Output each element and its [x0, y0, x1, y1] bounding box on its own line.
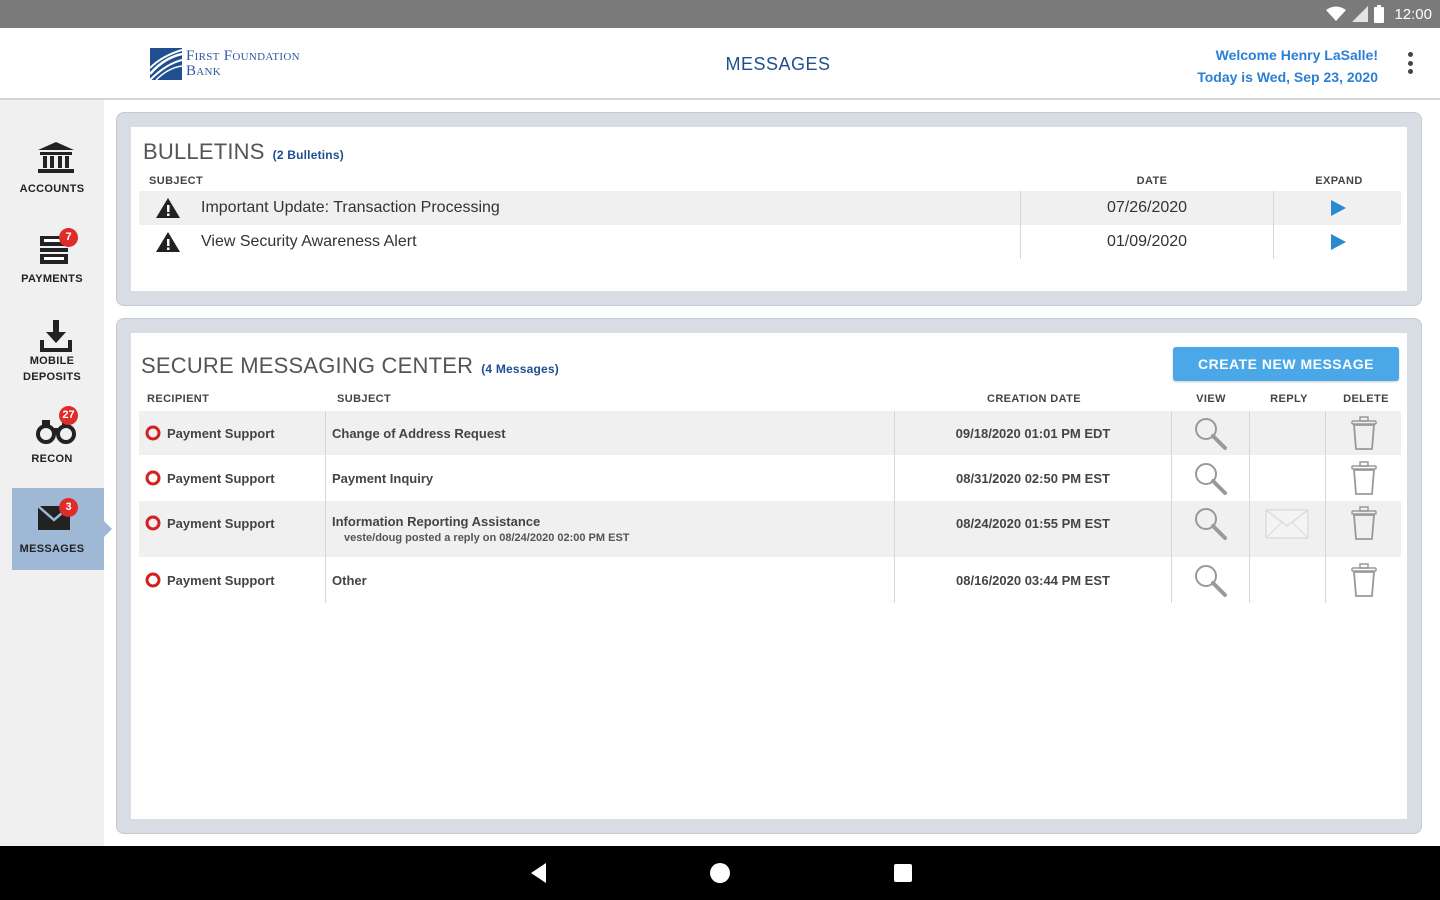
- sidebar-item-label: PAYMENTS: [21, 273, 83, 285]
- sidebar-item-messages[interactable]: 3 MESSAGES: [12, 488, 112, 570]
- sidebar-item-label: MESSAGES: [19, 543, 85, 555]
- status-icons: 12:00: [1326, 4, 1432, 24]
- today-date: Today is Wed, Sep 23, 2020: [1197, 69, 1378, 85]
- sidebar-item-label: ACCOUNTS: [19, 183, 85, 195]
- bank-icon: [38, 142, 74, 173]
- col-reply: REPLY: [1270, 393, 1308, 405]
- sidebar-item-recon[interactable]: 27 RECON: [12, 406, 104, 488]
- status-time: 12:00: [1394, 5, 1432, 23]
- col-date: DATE: [1136, 175, 1168, 187]
- magnifier-icon[interactable]: [1192, 460, 1228, 496]
- signal-icon: [1352, 6, 1369, 22]
- create-new-message-button[interactable]: CREATE NEW MESSAGE: [1173, 347, 1399, 381]
- sidebar-item-mobile-deposits[interactable]: MOBILE DEPOSITS: [12, 314, 104, 396]
- message-date: 09/18/2020 01:01 PM EDT: [955, 425, 1111, 441]
- payments-badge: 7: [59, 228, 78, 247]
- col-delete: DELETE: [1343, 393, 1389, 405]
- message-row[interactable]: Payment Support Payment Inquiry 08/31/20…: [139, 455, 1401, 501]
- message-recipient: Payment Support: [167, 572, 275, 588]
- message-recipient: Payment Support: [167, 470, 275, 486]
- welcome-block: Welcome Henry LaSalle! Today is Wed, Sep…: [1197, 44, 1378, 88]
- battery-icon: [1374, 5, 1385, 23]
- message-row[interactable]: Payment Support Change of Address Reques…: [139, 411, 1401, 455]
- trash-icon[interactable]: [1346, 460, 1382, 496]
- envelope-icon[interactable]: [1264, 506, 1310, 540]
- recents-icon[interactable]: [890, 860, 916, 886]
- android-nav-bar: [0, 846, 1440, 900]
- circle-icon: [145, 470, 161, 486]
- bulletins-content: BULLETINS (2 Bulletins) SUBJECT DATE EXPA…: [131, 127, 1407, 291]
- message-date: 08/31/2020 02:50 PM EST: [956, 470, 1110, 486]
- circle-icon: [145, 572, 161, 588]
- message-subject[interactable]: Information Reporting Assistance: [332, 514, 540, 529]
- warning-icon: [156, 232, 180, 252]
- message-reply-note: veste/doug posted a reply on 08/24/2020 …: [344, 532, 630, 544]
- play-icon[interactable]: [1329, 233, 1347, 251]
- col-expand: EXPAND: [1315, 175, 1363, 187]
- bulletins-title: BULLETINS (2 Bulletins): [143, 139, 344, 165]
- magnifier-icon[interactable]: [1192, 415, 1228, 451]
- download-icon: [40, 320, 72, 352]
- trash-icon[interactable]: [1346, 415, 1382, 451]
- col-creation-date: CREATION DATE: [986, 393, 1081, 405]
- back-icon[interactable]: [526, 860, 552, 886]
- messaging-content: SECURE MESSAGING CENTER (4 Messages) CREA…: [131, 333, 1407, 819]
- messaging-title-text: SECURE MESSAGING CENTER: [141, 353, 474, 378]
- welcome-text: Welcome Henry LaSalle!: [1215, 47, 1378, 63]
- sidebar-item-accounts[interactable]: ACCOUNTS: [12, 136, 104, 218]
- bulletin-subject[interactable]: View Security Awareness Alert: [201, 225, 417, 259]
- bulletin-row[interactable]: View Security Awareness Alert 01/09/2020: [139, 225, 1401, 259]
- messaging-title: SECURE MESSAGING CENTER (4 Messages): [141, 353, 559, 379]
- bulletin-subject[interactable]: Important Update: Transaction Processing: [201, 191, 500, 225]
- magnifier-icon[interactable]: [1192, 562, 1228, 598]
- message-date: 08/24/2020 01:55 PM EST: [956, 515, 1110, 531]
- recon-badge: 27: [59, 406, 78, 425]
- overflow-menu-icon[interactable]: [1406, 52, 1414, 74]
- wifi-icon: [1326, 6, 1347, 21]
- circle-icon: [145, 425, 161, 441]
- trash-icon[interactable]: [1346, 505, 1382, 541]
- message-recipient: Payment Support: [167, 425, 275, 441]
- magnifier-icon[interactable]: [1192, 505, 1228, 541]
- sidebar: ACCOUNTS 7 PAYMENTS MOBILE DEPOSITS 27 R…: [0, 100, 112, 846]
- bulletin-row[interactable]: Important Update: Transaction Processing…: [139, 191, 1401, 225]
- status-bar: 12:00: [0, 0, 1440, 28]
- message-date: 08/16/2020 03:44 PM EST: [956, 572, 1110, 588]
- bulletins-count: (2 Bulletins): [272, 148, 344, 162]
- circle-icon: [145, 515, 161, 531]
- messages-count: (4 Messages): [481, 362, 559, 376]
- message-recipient: Payment Support: [167, 515, 275, 531]
- home-icon[interactable]: [707, 860, 733, 886]
- sidebar-item-label: RECON: [31, 453, 73, 465]
- message-subject[interactable]: Other: [332, 557, 367, 603]
- col-view: VIEW: [1196, 393, 1226, 405]
- sidebar-item-label: MOBILE: [29, 355, 75, 367]
- message-row[interactable]: Payment Support Information Reporting As…: [139, 501, 1401, 557]
- bulletin-date: 01/09/2020: [1106, 233, 1188, 250]
- col-recipient: RECIPIENT: [147, 393, 210, 405]
- messaging-panel: SECURE MESSAGING CENTER (4 Messages) CREA…: [116, 318, 1422, 834]
- col-subject: SUBJECT: [337, 393, 392, 405]
- trash-icon[interactable]: [1346, 562, 1382, 598]
- sidebar-item-payments[interactable]: 7 PAYMENTS: [12, 226, 104, 308]
- bulletins-panel: BULLETINS (2 Bulletins) SUBJECT DATE EXPA…: [116, 112, 1422, 306]
- warning-icon: [156, 198, 180, 218]
- play-icon[interactable]: [1329, 199, 1347, 217]
- bulletins-title-text: BULLETINS: [143, 139, 265, 164]
- message-row[interactable]: Payment Support Other 08/16/2020 03:44 P…: [139, 557, 1401, 603]
- sidebar-item-label-2: DEPOSITS: [22, 371, 82, 383]
- col-subject: SUBJECT: [149, 175, 204, 187]
- message-subject[interactable]: Payment Inquiry: [332, 455, 433, 501]
- app-header: First Foundation Bank MESSAGES Welcome H…: [0, 28, 1440, 100]
- bulletin-date: 07/26/2020: [1106, 199, 1188, 216]
- message-subject[interactable]: Change of Address Request: [332, 411, 506, 455]
- messages-badge: 3: [59, 498, 78, 517]
